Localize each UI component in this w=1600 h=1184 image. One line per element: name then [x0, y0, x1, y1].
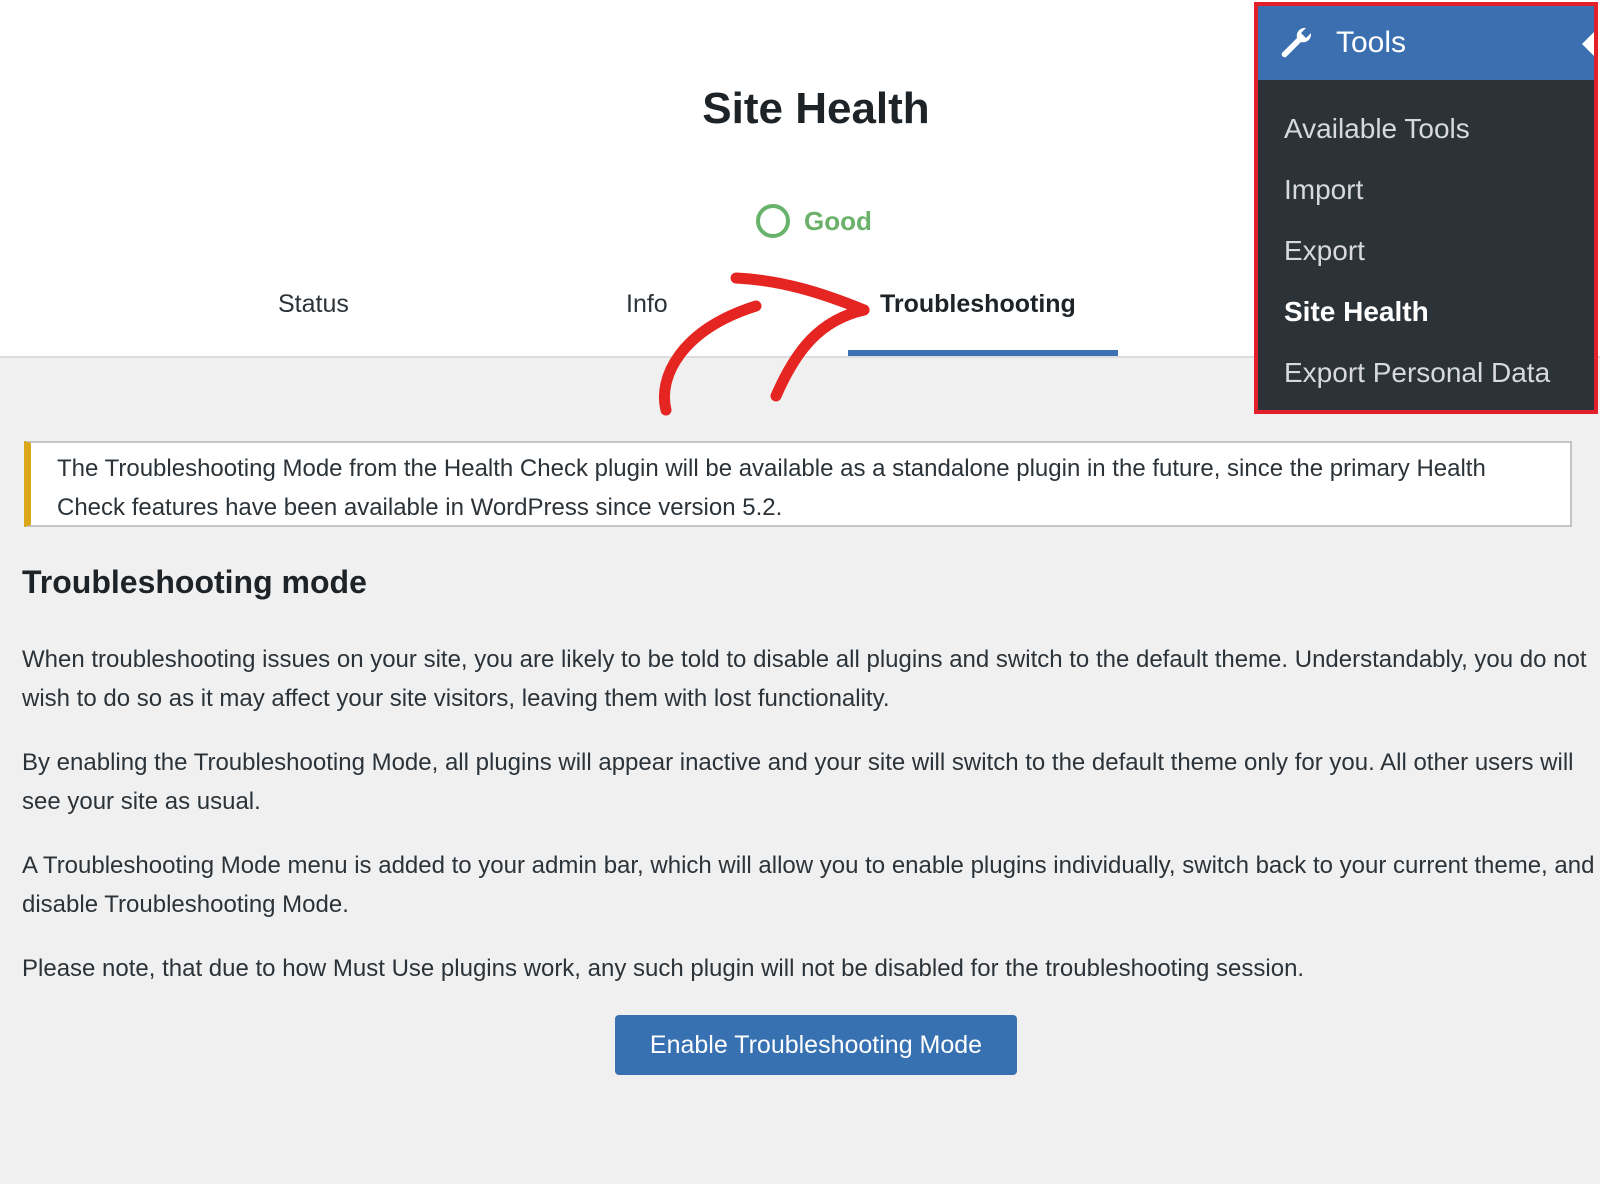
section-heading: Troubleshooting mode	[22, 564, 367, 600]
paragraph-disable-plugins: When troubleshooting issues on your site…	[22, 646, 1587, 712]
active-tab-indicator	[848, 350, 1118, 356]
tools-item-import[interactable]: Import	[1258, 159, 1594, 220]
notice-banner: The Troubleshooting Mode from the Health…	[24, 441, 1572, 527]
enable-troubleshooting-button[interactable]: Enable Troubleshooting Mode	[615, 1015, 1017, 1075]
tab-troubleshooting[interactable]: Troubleshooting	[880, 290, 1076, 319]
paragraph-admin-bar-menu: A Troubleshooting Mode menu is added to …	[22, 852, 1595, 918]
tools-menu-header[interactable]: Tools	[1258, 6, 1594, 80]
annotation-arrow-icon	[659, 272, 870, 416]
tools-submenu: Available Tools Import Export Site Healt…	[1258, 80, 1594, 403]
tools-item-available-tools[interactable]: Available Tools	[1258, 98, 1594, 159]
paragraph-must-use-note: Please note, that due to how Must Use pl…	[22, 955, 1305, 982]
status-ring-icon	[756, 204, 790, 238]
tab-status[interactable]: Status	[278, 290, 349, 319]
paragraph-enabling-mode: By enabling the Troubleshooting Mode, al…	[22, 749, 1574, 815]
status-label: Good	[804, 205, 872, 236]
wrench-icon	[1281, 27, 1312, 58]
tools-item-export[interactable]: Export	[1258, 220, 1594, 281]
menu-caret-icon	[1582, 32, 1594, 56]
tools-menu-title: Tools	[1336, 26, 1407, 59]
tools-menu: Tools Available Tools Import Export Site…	[1254, 2, 1598, 414]
tools-item-export-personal-data[interactable]: Export Personal Data	[1258, 342, 1594, 403]
tools-item-site-health[interactable]: Site Health	[1258, 281, 1594, 342]
health-status: Good	[756, 200, 872, 242]
